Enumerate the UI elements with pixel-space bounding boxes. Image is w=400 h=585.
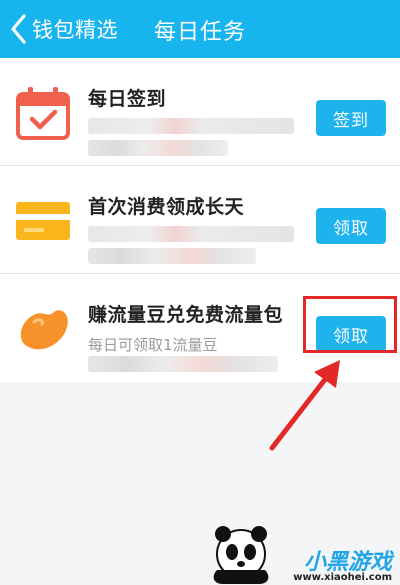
- claim-button[interactable]: 领取: [316, 208, 386, 244]
- page-title: 每日任务: [153, 20, 246, 45]
- task-row-checkin: 每日签到 签到: [0, 58, 400, 166]
- card-icon: [16, 202, 70, 240]
- bean-icon: [20, 310, 68, 350]
- task-title: 每日签到: [88, 88, 167, 110]
- watermark: 小黑游戏 www.xiaohei.com: [205, 518, 400, 585]
- blurred-text: [88, 248, 256, 264]
- blurred-text: [88, 118, 294, 134]
- checkin-button[interactable]: 签到: [316, 100, 386, 136]
- watermark-url: www.xiaohei.com: [293, 572, 392, 583]
- blurred-text: [88, 226, 294, 242]
- calendar-check-icon: [16, 87, 70, 140]
- task-title: 赚流量豆兑免费流量包: [88, 304, 284, 326]
- panda-logo-icon: [213, 526, 269, 584]
- task-subtitle: 每日可领取1流量豆: [88, 336, 218, 354]
- task-row-first-purchase: 首次消费领成长天 领取: [0, 166, 400, 274]
- task-title: 首次消费领成长天: [88, 196, 245, 218]
- blurred-text: [88, 356, 278, 372]
- highlight-box: [303, 296, 397, 353]
- top-bar: 钱包精选 每日任务: [0, 0, 400, 58]
- blurred-text: [88, 140, 228, 156]
